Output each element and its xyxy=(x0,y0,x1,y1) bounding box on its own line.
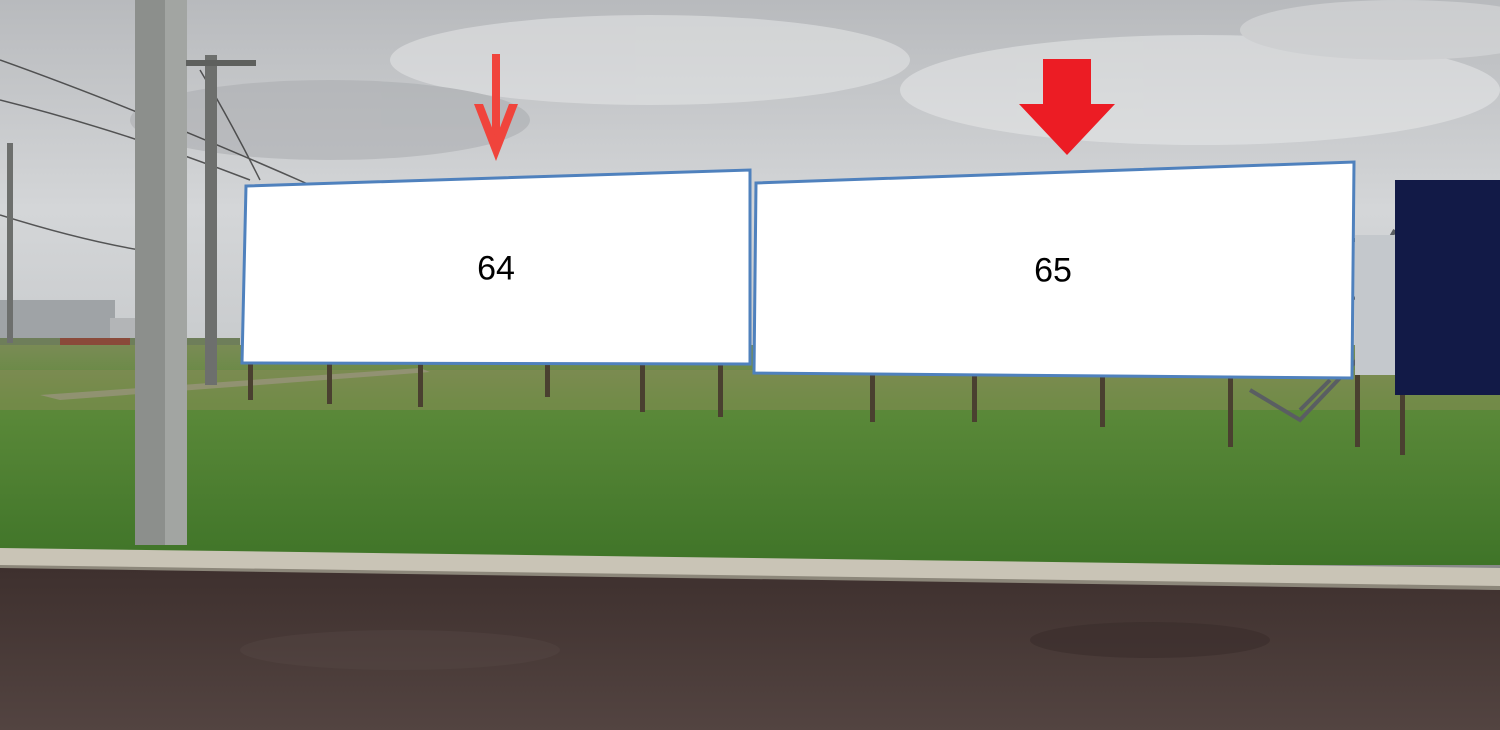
scene-illustration xyxy=(0,0,1500,730)
billboard-65-label: 65 xyxy=(1034,251,1072,290)
billboard-site-photo: 64 65 xyxy=(0,0,1500,730)
dark-panel xyxy=(1395,180,1500,395)
road xyxy=(0,568,1500,730)
background-billboard-panel xyxy=(1355,235,1395,375)
billboard-64-label: 64 xyxy=(477,249,515,288)
